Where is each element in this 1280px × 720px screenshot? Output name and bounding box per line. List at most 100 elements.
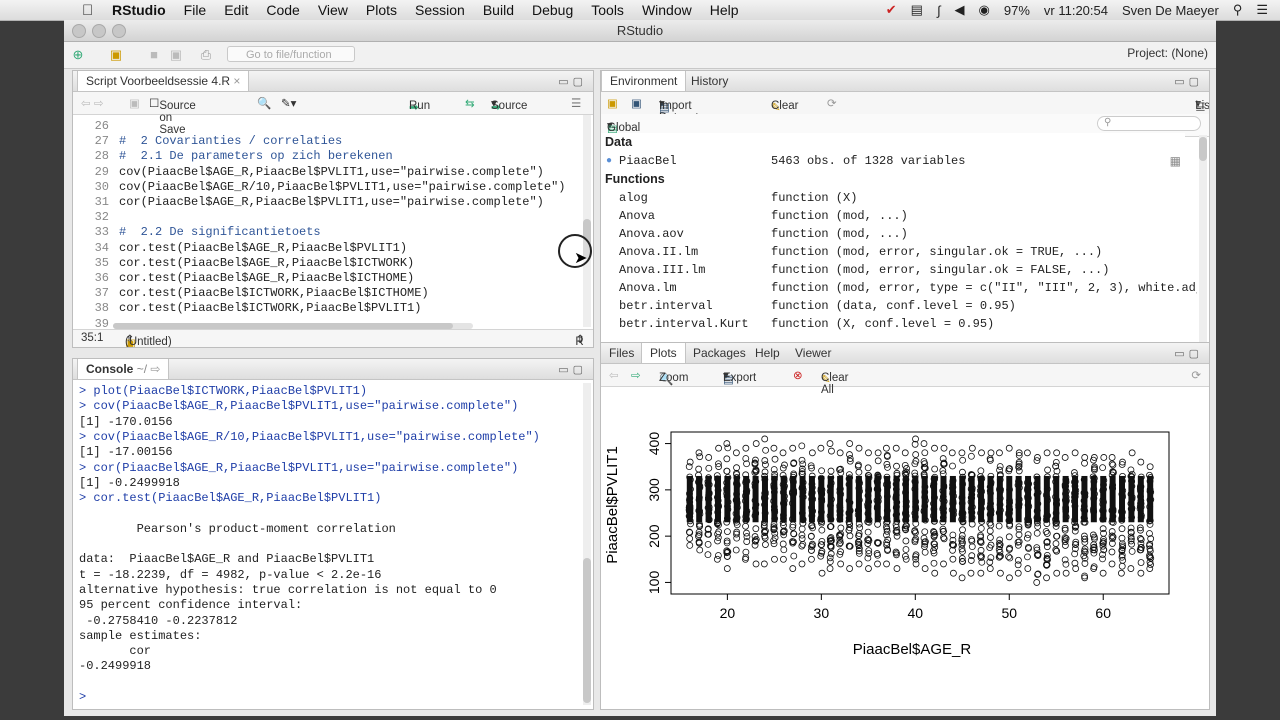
- menu-view[interactable]: View: [318, 2, 348, 18]
- console-goto-dir-icon[interactable]: ⇨: [150, 362, 160, 376]
- y-tick-label: 400: [646, 432, 662, 456]
- find-icon[interactable]: 🔍: [257, 96, 271, 110]
- console-minmax-icon[interactable]: ▭▢: [558, 363, 587, 376]
- battery-status-icon[interactable]: ▤: [911, 2, 923, 18]
- scatter-point: [1024, 553, 1031, 561]
- refresh-plot-icon[interactable]: ⟳: [1191, 368, 1201, 382]
- back-forward-icon[interactable]: ⇦ ⇨: [81, 96, 103, 110]
- environment-item[interactable]: Anova function (mod, ...): [601, 207, 1185, 225]
- wifi-icon[interactable]: ◉: [979, 2, 990, 18]
- environment-item[interactable]: ● ▦ PiaacBel 5463 obs. of 1328 variables: [601, 152, 1185, 170]
- environment-search-input[interactable]: ⚲: [1097, 116, 1201, 131]
- spotlight-search-icon[interactable]: ⚲: [1233, 2, 1243, 18]
- tab-plots[interactable]: Plots: [641, 343, 686, 363]
- environment-item[interactable]: Anova.aov function (mod, ...): [601, 225, 1185, 243]
- next-plot-icon[interactable]: ⇨: [631, 368, 641, 382]
- environment-item[interactable]: betr.interval function (data, conf.level …: [601, 297, 1185, 315]
- remove-plot-icon[interactable]: ⊗: [793, 368, 803, 382]
- load-workspace-icon[interactable]: ▣: [607, 96, 618, 110]
- global-env-selector[interactable]: ▤ Global Environment ▾: [607, 118, 672, 146]
- tab-environment[interactable]: Environment: [601, 71, 687, 91]
- console-tab-label: Console: [86, 362, 134, 376]
- minimize-window-button[interactable]: [92, 24, 106, 38]
- menu-edit[interactable]: Edit: [224, 2, 248, 18]
- volume-icon[interactable]: ◀: [955, 2, 965, 18]
- source-button[interactable]: ➡ Source ▾: [491, 96, 527, 114]
- new-file-icon[interactable]: ⊕: [70, 47, 86, 63]
- view-data-grid-icon[interactable]: ▦: [1170, 152, 1181, 170]
- environment-item[interactable]: Anova.II.lm function (mod, error, singula…: [601, 243, 1185, 261]
- line-text: cor(PiaacBel$AGE_R,PiaacBel$PVLIT1,use="…: [119, 195, 544, 209]
- code-editor[interactable]: 26 27 # 2 Covarianties / correlaties 28 # 2.…: [73, 115, 581, 327]
- menu-build[interactable]: Build: [483, 2, 514, 18]
- menu-help[interactable]: Help: [710, 2, 739, 18]
- environment-item[interactable]: betr.interval.Kurt function (X, conf.leve…: [601, 315, 1185, 333]
- pane-minmax-icon[interactable]: ▭▢: [558, 75, 587, 88]
- menu-window[interactable]: Window: [642, 2, 692, 18]
- editor-save-icon[interactable]: ▣: [129, 96, 140, 110]
- import-dataset-button[interactable]: ▤ Import Dataset ▾: [659, 96, 699, 124]
- console-path: ~/: [136, 362, 148, 376]
- open-file-icon[interactable]: ▣: [108, 47, 124, 63]
- code-tools-icon[interactable]: ✎▾: [281, 96, 296, 110]
- refresh-icon[interactable]: ⟳: [827, 96, 837, 110]
- environment-item[interactable]: Anova.lm function (mod, error, type = c("…: [601, 279, 1197, 297]
- menu-session[interactable]: Session: [415, 2, 465, 18]
- save-icon[interactable]: ■: [146, 47, 162, 63]
- menubar-user[interactable]: Sven De Maeyer: [1122, 3, 1219, 18]
- console-output[interactable]: > plot(PiaacBel$ICTWORK,PiaacBel$PVLIT1)…: [73, 380, 581, 707]
- scatter-point: [901, 449, 909, 457]
- notification-list-icon[interactable]: ☰: [1256, 2, 1268, 18]
- menu-code[interactable]: Code: [266, 2, 299, 18]
- environment-minmax-icon[interactable]: ▭▢: [1174, 75, 1203, 88]
- view-mode-button[interactable]: ☰ List ▾: [1195, 96, 1209, 114]
- bluetooth-icon[interactable]: ∫: [937, 3, 941, 18]
- line-number: 29: [94, 164, 109, 179]
- previous-plot-icon[interactable]: ⇦: [609, 368, 619, 382]
- checkmark-icon[interactable]: ✔: [886, 2, 897, 18]
- expand-data-icon[interactable]: ●: [606, 152, 612, 170]
- export-button[interactable]: ▤ Export ▾: [723, 368, 756, 386]
- editor-scrollbar[interactable]: [583, 115, 591, 327]
- filetype-selector[interactable]: R Script ⇕: [575, 332, 585, 347]
- go-to-file-input[interactable]: Go to file/function: [227, 46, 355, 62]
- tab-script[interactable]: Script Voorbeeldsessie 4.R ×: [77, 71, 250, 91]
- save-workspace-icon[interactable]: ▣: [631, 96, 642, 110]
- console-scrollbar[interactable]: [583, 383, 591, 705]
- outline-icon[interactable]: ☰: [571, 96, 581, 110]
- menu-tools[interactable]: Tools: [591, 2, 624, 18]
- scatter-point-cluster: [959, 475, 966, 523]
- menu-file[interactable]: File: [184, 2, 207, 18]
- battery-percent[interactable]: 97%: [1004, 3, 1030, 18]
- save-all-icon[interactable]: ▣: [168, 47, 184, 63]
- zoom-window-button[interactable]: [112, 24, 126, 38]
- environment-scrollbar[interactable]: [1199, 135, 1207, 345]
- scope-selector[interactable]: ▣ (Untitled) ⇕: [125, 332, 172, 347]
- rerun-icon[interactable]: ⇆: [465, 96, 475, 110]
- scatter-point: [921, 565, 929, 572]
- menu-rstudio[interactable]: RStudio: [112, 2, 166, 18]
- tab-packages[interactable]: Packages: [685, 343, 754, 363]
- source-on-save-checkbox[interactable]: ☐ Source on Save: [149, 96, 196, 136]
- tab-viewer[interactable]: Viewer: [787, 343, 839, 363]
- close-tab-icon[interactable]: ×: [233, 74, 240, 88]
- tab-help[interactable]: Help: [747, 343, 788, 363]
- tab-console[interactable]: Console ~/ ⇨: [77, 359, 170, 379]
- project-menu[interactable]: Project: (None): [1127, 46, 1208, 60]
- scatter-point: [1118, 569, 1125, 577]
- tab-history[interactable]: History: [683, 71, 736, 91]
- scatter-point: [798, 442, 806, 450]
- scatter-point: [1052, 540, 1060, 547]
- close-window-button[interactable]: [72, 24, 86, 38]
- environment-item[interactable]: Anova.III.lm function (mod, error, singul…: [601, 261, 1185, 279]
- scatter-point: [704, 540, 712, 548]
- tab-files[interactable]: Files: [601, 343, 642, 363]
- apple-icon[interactable]: : [82, 2, 98, 19]
- plots-minmax-icon[interactable]: ▭▢: [1174, 347, 1203, 360]
- print-icon[interactable]: ⎙: [198, 47, 214, 63]
- scatter-point-cluster: [1072, 475, 1079, 523]
- environment-item[interactable]: alog function (X): [601, 189, 1185, 207]
- menu-debug[interactable]: Debug: [532, 2, 573, 18]
- menubar-clock[interactable]: vr 11:20:54: [1044, 3, 1108, 18]
- menu-plots[interactable]: Plots: [366, 2, 397, 18]
